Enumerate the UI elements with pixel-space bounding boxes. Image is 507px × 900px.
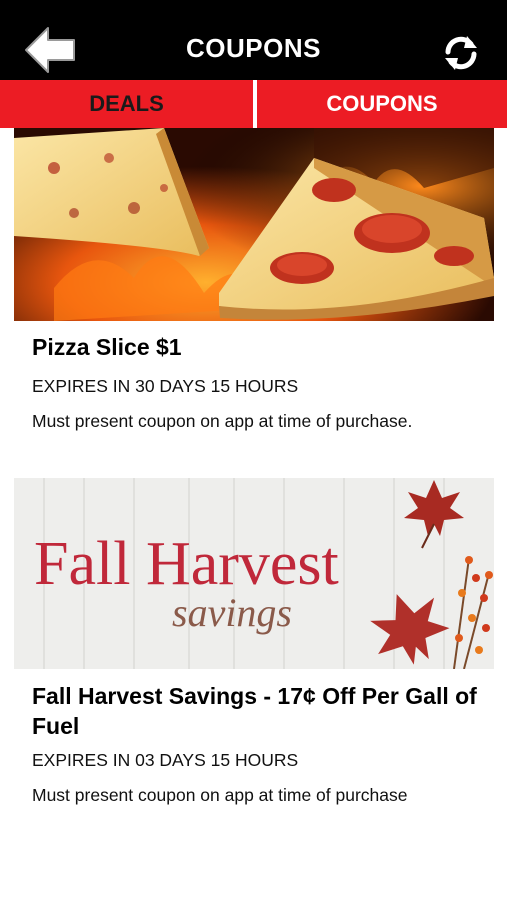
page-title: COUPONS bbox=[186, 33, 321, 63]
fall-harvest-subline: savings bbox=[172, 590, 292, 635]
fall-harvest-headline: Fall Harvest bbox=[34, 530, 339, 598]
coupon-expiry: EXPIRES IN 03 DAYS 15 HOURS bbox=[32, 750, 299, 770]
coupon-terms: Must present coupon on app at time of pu… bbox=[32, 411, 413, 431]
refresh-icon[interactable] bbox=[440, 32, 482, 74]
tab-deals[interactable]: DEALS bbox=[0, 80, 253, 128]
coupon-terms: Must present coupon on app at time of pu… bbox=[32, 785, 408, 805]
pizza-slices-image bbox=[14, 128, 494, 321]
pizza-coupon-image[interactable] bbox=[14, 128, 494, 321]
app-header: COUPONS bbox=[0, 0, 507, 80]
tab-coupons[interactable]: COUPONS bbox=[257, 80, 507, 128]
fall-harvest-coupon-image[interactable]: Fall Harvest savings bbox=[14, 478, 494, 669]
tab-bar: DEALS COUPONS bbox=[0, 80, 507, 128]
coupon-title: Fall Harvest Savings - 17¢ Off Per Gall … bbox=[32, 683, 477, 739]
coupon-title: Pizza Slice $1 bbox=[32, 334, 182, 360]
coupon-expiry: EXPIRES IN 30 DAYS 15 HOURS bbox=[32, 376, 299, 396]
fall-harvest-banner: Fall Harvest savings bbox=[14, 478, 494, 669]
